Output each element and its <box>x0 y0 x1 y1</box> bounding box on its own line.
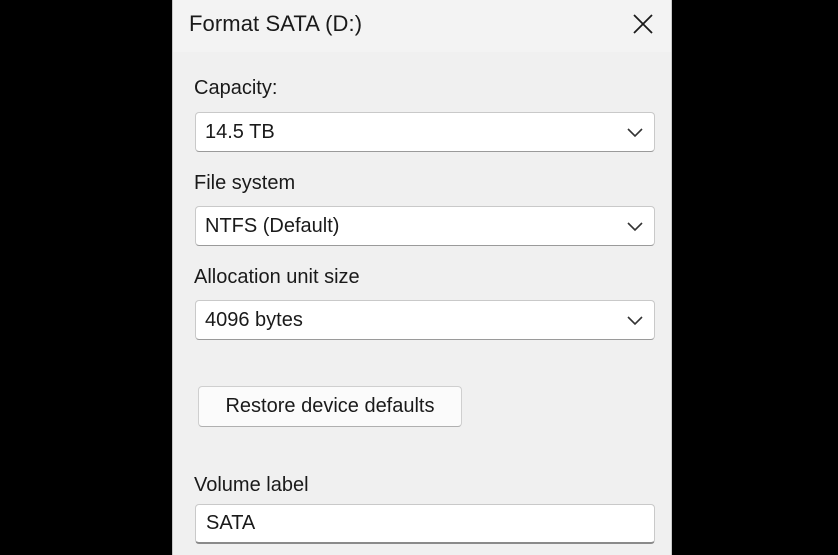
capacity-value: 14.5 TB <box>205 121 275 143</box>
chevron-down-icon <box>627 316 643 326</box>
allocation-unit-size-label: Allocation unit size <box>194 266 360 288</box>
format-dialog: Format SATA (D:) Capacity: 14.5 TB File … <box>172 0 672 555</box>
allocation-unit-size-value: 4096 bytes <box>205 309 303 331</box>
dialog-title: Format SATA (D:) <box>189 11 363 36</box>
volume-label-label: Volume label <box>194 474 309 496</box>
allocation-unit-size-select[interactable]: 4096 bytes <box>195 300 655 340</box>
close-button[interactable] <box>615 0 671 48</box>
file-system-value: NTFS (Default) <box>205 215 340 237</box>
capacity-select[interactable]: 14.5 TB <box>195 112 655 152</box>
chevron-down-icon <box>627 128 643 138</box>
file-system-select[interactable]: NTFS (Default) <box>195 206 655 246</box>
volume-label-input[interactable]: SATA <box>195 504 655 544</box>
close-icon <box>633 14 653 34</box>
file-system-label: File system <box>194 172 296 194</box>
chevron-down-icon <box>627 222 643 232</box>
capacity-label: Capacity: <box>194 77 278 99</box>
title-bar: Format SATA (D:) <box>173 0 671 52</box>
restore-device-defaults-button[interactable]: Restore device defaults <box>198 386 462 427</box>
